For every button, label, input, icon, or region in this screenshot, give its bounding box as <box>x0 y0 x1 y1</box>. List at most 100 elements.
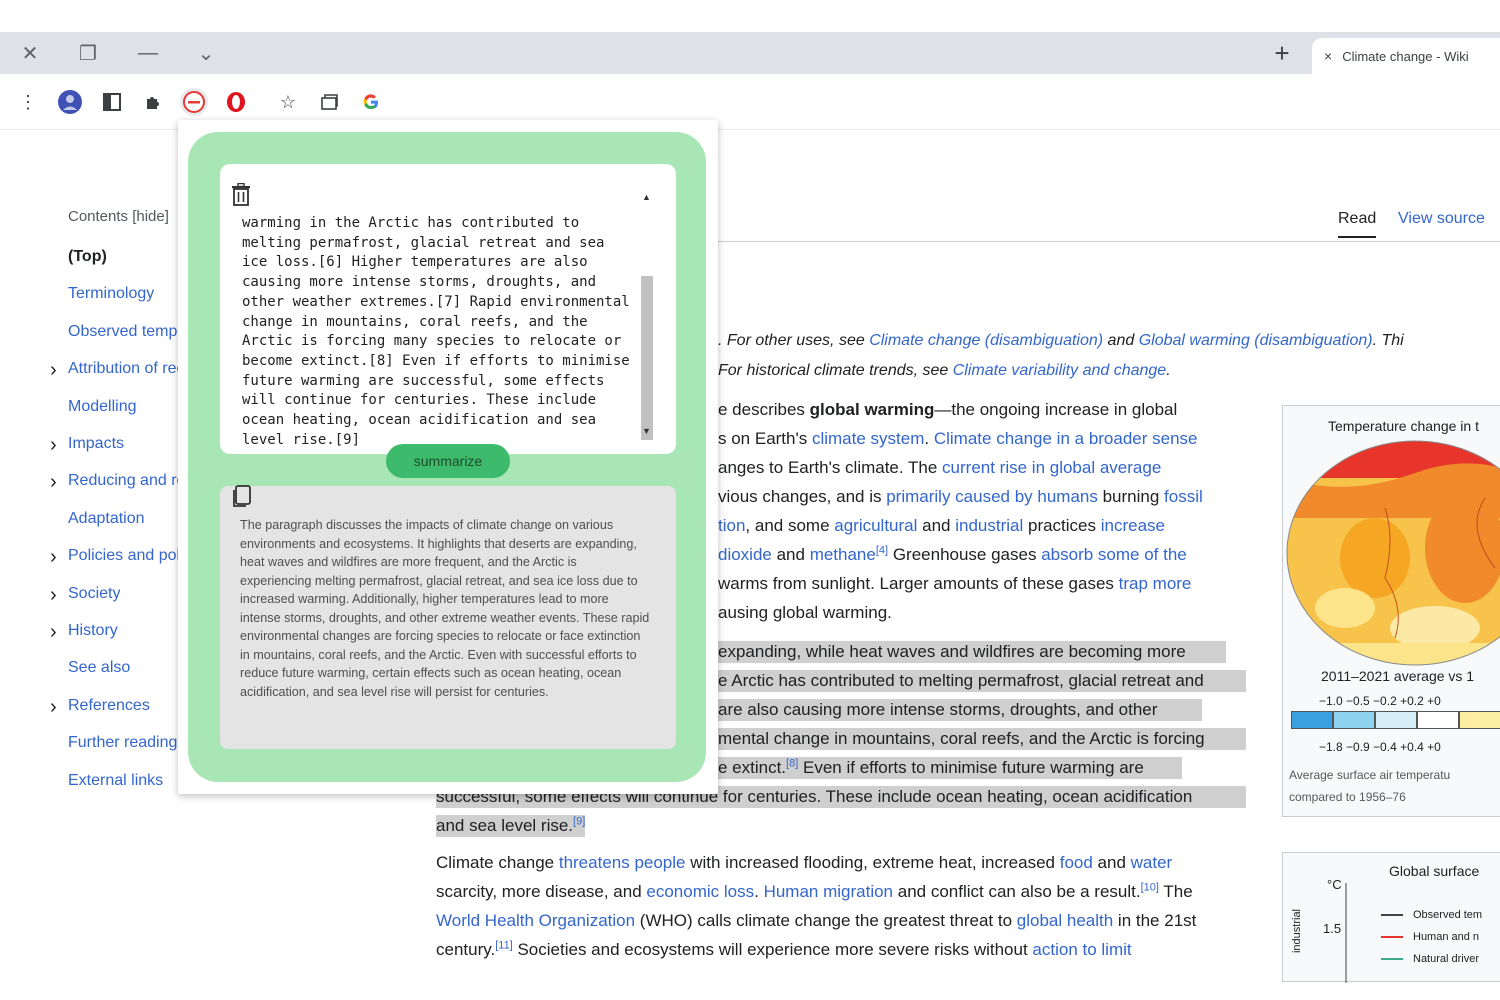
summarize-button[interactable]: summarize <box>386 444 510 478</box>
agricultural-link[interactable]: agricultural <box>834 516 917 535</box>
toc-item[interactable]: Society <box>68 585 120 603</box>
toc-expand-chevron-icon[interactable]: › <box>50 697 57 717</box>
toc-item[interactable]: External links <box>68 772 163 790</box>
infobox2-axis <box>1345 883 1347 983</box>
copy-icon[interactable] <box>228 484 254 510</box>
colorbar-segment <box>1291 711 1333 729</box>
close-window-icon[interactable]: ✕ <box>10 32 50 74</box>
climate-variability-link[interactable]: Climate variability and change <box>953 362 1166 379</box>
hatnote-other-uses: . For other uses, see Climate change (di… <box>718 332 1404 349</box>
toc-item[interactable]: Adaptation <box>68 510 145 528</box>
infobox-caption-1: Average surface air temperatu <box>1289 768 1451 782</box>
toc-item[interactable]: See also <box>68 659 130 677</box>
scroll-up-arrow-icon[interactable]: ▲ <box>642 192 651 202</box>
infobox-subtitle: 2011–2021 average vs 1 <box>1321 668 1475 684</box>
opera-icon[interactable] <box>222 88 250 116</box>
toc-item[interactable]: (Top) <box>68 248 107 266</box>
current-rise-link[interactable]: current rise in global average <box>942 458 1161 477</box>
trap-more-link[interactable]: trap more <box>1119 574 1192 593</box>
toc-item[interactable]: History <box>68 622 118 640</box>
climate-system-link[interactable]: climate system <box>812 429 924 448</box>
infobox-temperature-map: Temperature change in t 2011–2021 averag… <box>1282 405 1500 817</box>
toc-header[interactable]: Contents [hide] <box>68 208 169 225</box>
tab-climate-change[interactable]: × Climate change - Wiki <box>1312 38 1500 74</box>
scrollbar-thumb[interactable] <box>641 276 653 440</box>
profile-avatar[interactable] <box>56 88 84 116</box>
scroll-down-arrow-icon[interactable]: ▼ <box>642 426 651 436</box>
summarizer-extension-icon[interactable] <box>180 88 208 116</box>
temperature-map-image[interactable] <box>1285 438 1500 668</box>
menu-kebab-icon[interactable]: ⋮ <box>14 88 42 116</box>
infobox2-tick: 1.5 <box>1323 921 1342 936</box>
toc-item[interactable]: Policies and politics <box>68 547 178 565</box>
colorbar-segment <box>1375 711 1417 729</box>
infobox2-axis-label: industrial <box>1291 908 1304 954</box>
side-panel-icon[interactable] <box>98 88 126 116</box>
toc-item[interactable]: Modelling <box>68 398 136 416</box>
input-scrollbar[interactable]: ▲ ▼ <box>640 188 654 440</box>
toc-item[interactable]: Reducing and recapturing emissions <box>68 472 178 490</box>
input-textarea[interactable]: warming in the Arctic has contributed to… <box>242 214 632 469</box>
toc-item[interactable]: Attribution of recent temperature rise <box>68 360 178 378</box>
tab-search-chevron-icon[interactable]: ⌄ <box>186 32 226 74</box>
toc-expand-chevron-icon[interactable]: › <box>50 547 57 567</box>
industrial-link[interactable]: industrial <box>955 516 1023 535</box>
infobox-caption-2: compared to 1956–76 <box>1289 790 1406 804</box>
reading-list-icon[interactable] <box>316 88 344 116</box>
tab-read[interactable]: Read <box>1338 210 1377 238</box>
toc-expand-chevron-icon[interactable]: › <box>50 622 57 642</box>
global-health-link[interactable]: global health <box>1017 911 1113 930</box>
article-tabs: Read View source <box>700 200 1500 242</box>
toc-item[interactable]: Terminology <box>68 285 154 303</box>
toc-item[interactable]: Impacts <box>68 435 124 453</box>
fossil-link[interactable]: fossil <box>1164 487 1203 506</box>
infobox-title: Temperature change in t <box>1328 418 1479 434</box>
tab-close-icon[interactable]: × <box>1324 48 1332 64</box>
restore-window-icon[interactable]: ❐ <box>68 32 108 74</box>
legend-swatch <box>1381 914 1403 917</box>
caused-by-humans-link[interactable]: primarily caused by humans <box>886 487 1098 506</box>
action-to-limit-link[interactable]: action to limit <box>1032 940 1131 959</box>
summary-output: The paragraph discusses the impacts of c… <box>240 518 650 699</box>
threatens-people-link[interactable]: threatens people <box>559 853 686 872</box>
methane-link[interactable]: methane <box>810 545 876 564</box>
minimize-window-icon[interactable]: — <box>128 32 168 74</box>
trash-icon[interactable] <box>228 182 254 208</box>
who-link[interactable]: World Health Organization <box>436 911 635 930</box>
toc-expand-chevron-icon[interactable]: › <box>50 360 57 380</box>
deforestation-link[interactable]: tion <box>718 516 745 535</box>
economic-loss-link[interactable]: economic loss <box>646 882 754 901</box>
toc-item[interactable]: Observed temperature rise <box>68 323 178 341</box>
broader-sense-link[interactable]: Climate change in a broader sense <box>934 429 1198 448</box>
toc-item[interactable]: References <box>68 697 150 715</box>
toc-item[interactable]: Further reading <box>68 734 177 752</box>
global-warming-disambiguation-link[interactable]: Global warming (disambiguation) <box>1139 332 1373 349</box>
bookmark-star-icon[interactable]: ☆ <box>274 88 302 116</box>
infobox-global-surface: Global surface °C industrial 1.5 Observe… <box>1282 852 1500 983</box>
output-area: The paragraph discusses the impacts of c… <box>220 484 676 749</box>
colorbar-ticks-top: −1.0 −0.5 −0.2 +0.2 +0 <box>1319 694 1441 708</box>
popup-panel: warming in the Arctic has contributed to… <box>188 132 706 782</box>
toc-expand-chevron-icon[interactable]: › <box>50 435 57 455</box>
food-link[interactable]: food <box>1060 853 1093 872</box>
legend-item: Observed tem <box>1381 909 1482 921</box>
dioxide-link[interactable]: dioxide <box>718 545 772 564</box>
extensions-puzzle-icon[interactable] <box>139 88 167 116</box>
disambiguation-link[interactable]: Climate change (disambiguation) <box>869 332 1103 349</box>
colorbar-segment <box>1459 711 1500 729</box>
legend-swatch <box>1381 936 1403 939</box>
infobox2-title: Global surface <box>1389 863 1480 879</box>
absorb-link[interactable]: absorb some of the <box>1041 545 1187 564</box>
increase-link[interactable]: increase <box>1101 516 1165 535</box>
human-migration-link[interactable]: Human migration <box>764 882 893 901</box>
toc-expand-chevron-icon[interactable]: › <box>50 472 57 492</box>
water-link[interactable]: water <box>1131 853 1173 872</box>
new-tab-button[interactable]: + <box>1262 32 1302 74</box>
toc-expand-chevron-icon[interactable]: › <box>50 585 57 605</box>
colorbar-segment <box>1417 711 1459 729</box>
tab-strip: ✕ ❐ — ⌄ + × Climate change - Wiki <box>0 32 1500 74</box>
legend-item: Natural driver <box>1381 953 1479 965</box>
google-icon[interactable] <box>357 88 385 116</box>
tab-view-source[interactable]: View source <box>1398 210 1485 228</box>
infobox2-unit: °C <box>1327 877 1342 892</box>
